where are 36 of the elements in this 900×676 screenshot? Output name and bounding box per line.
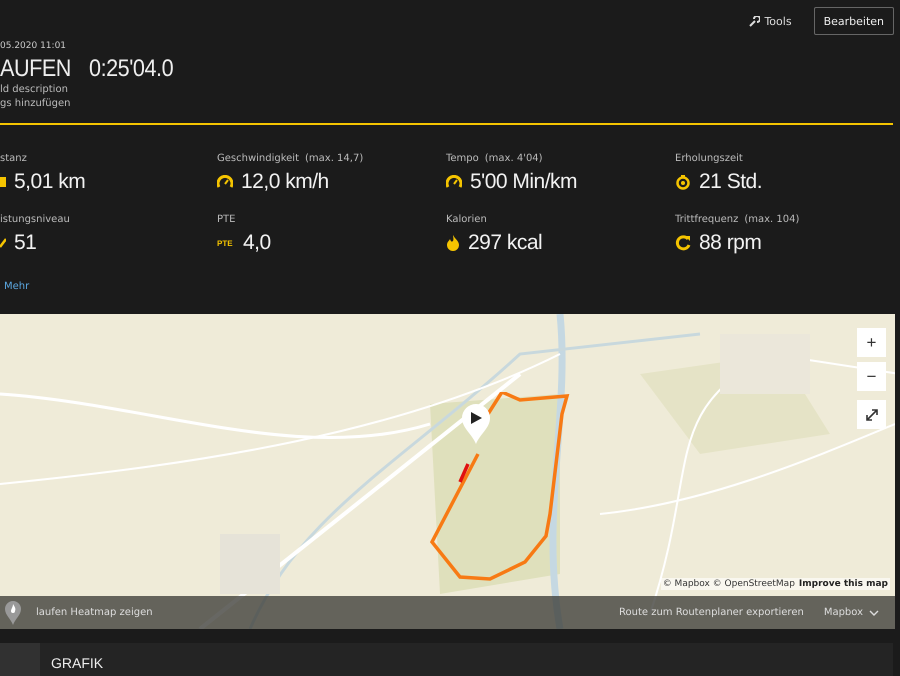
activity-type: AUFEN	[0, 55, 71, 83]
zoom-out-button[interactable]: −	[857, 362, 886, 391]
more-link[interactable]: Mehr	[4, 281, 30, 292]
stat-label: Trittfrequenz	[675, 214, 738, 225]
edit-button[interactable]: Bearbeiten	[814, 7, 894, 35]
tools-link[interactable]: Tools	[749, 14, 792, 28]
stat-label: istungsniveau	[0, 214, 70, 225]
stat-value: 4,0	[243, 231, 271, 255]
map-attribution: © Mapbox © OpenStreetMap	[662, 579, 795, 589]
zoom-in-button[interactable]: +	[857, 328, 886, 357]
add-description-link[interactable]: ld description	[0, 83, 68, 97]
stat-label: Tempo	[446, 153, 479, 164]
stat-value: 5,01 km	[14, 170, 86, 194]
heatmap-toggle[interactable]: laufen Heatmap zeigen	[36, 607, 153, 618]
stat-value: 88 rpm	[699, 231, 762, 255]
stat-label: Geschwindigkeit	[217, 153, 300, 164]
stat-label: stanz	[0, 153, 27, 164]
stat-max: (max. 104)	[744, 214, 800, 225]
stat-max: (max. 14,7)	[305, 153, 364, 164]
stat-label: PTE	[217, 214, 236, 225]
stat-value: 12,0 km/h	[241, 170, 329, 194]
map-style-select[interactable]: Mapbox	[818, 606, 885, 619]
stat-value: 51	[14, 231, 36, 255]
export-route-link[interactable]: Route zum Routenplaner exportieren	[618, 607, 804, 618]
activity-date: 05.2020 11:01	[0, 41, 66, 51]
stat-value: 21 Std.	[699, 170, 762, 194]
activity-duration: 0:25'04.0	[88, 55, 173, 83]
stat-label: Erholungszeit	[675, 153, 743, 164]
stat-value: 297 kcal	[468, 231, 542, 255]
section-title: GRAFIK	[51, 655, 104, 673]
stat-max: (max. 4'04)	[484, 153, 543, 164]
add-tags-link[interactable]: gs hinzufügen	[0, 97, 70, 111]
pte-label: PTE	[217, 238, 234, 248]
stat-label: Kalorien	[446, 214, 487, 225]
stat-value: 5'00 Min/km	[470, 170, 578, 194]
improve-map-link[interactable]: Improve this map	[798, 579, 888, 589]
